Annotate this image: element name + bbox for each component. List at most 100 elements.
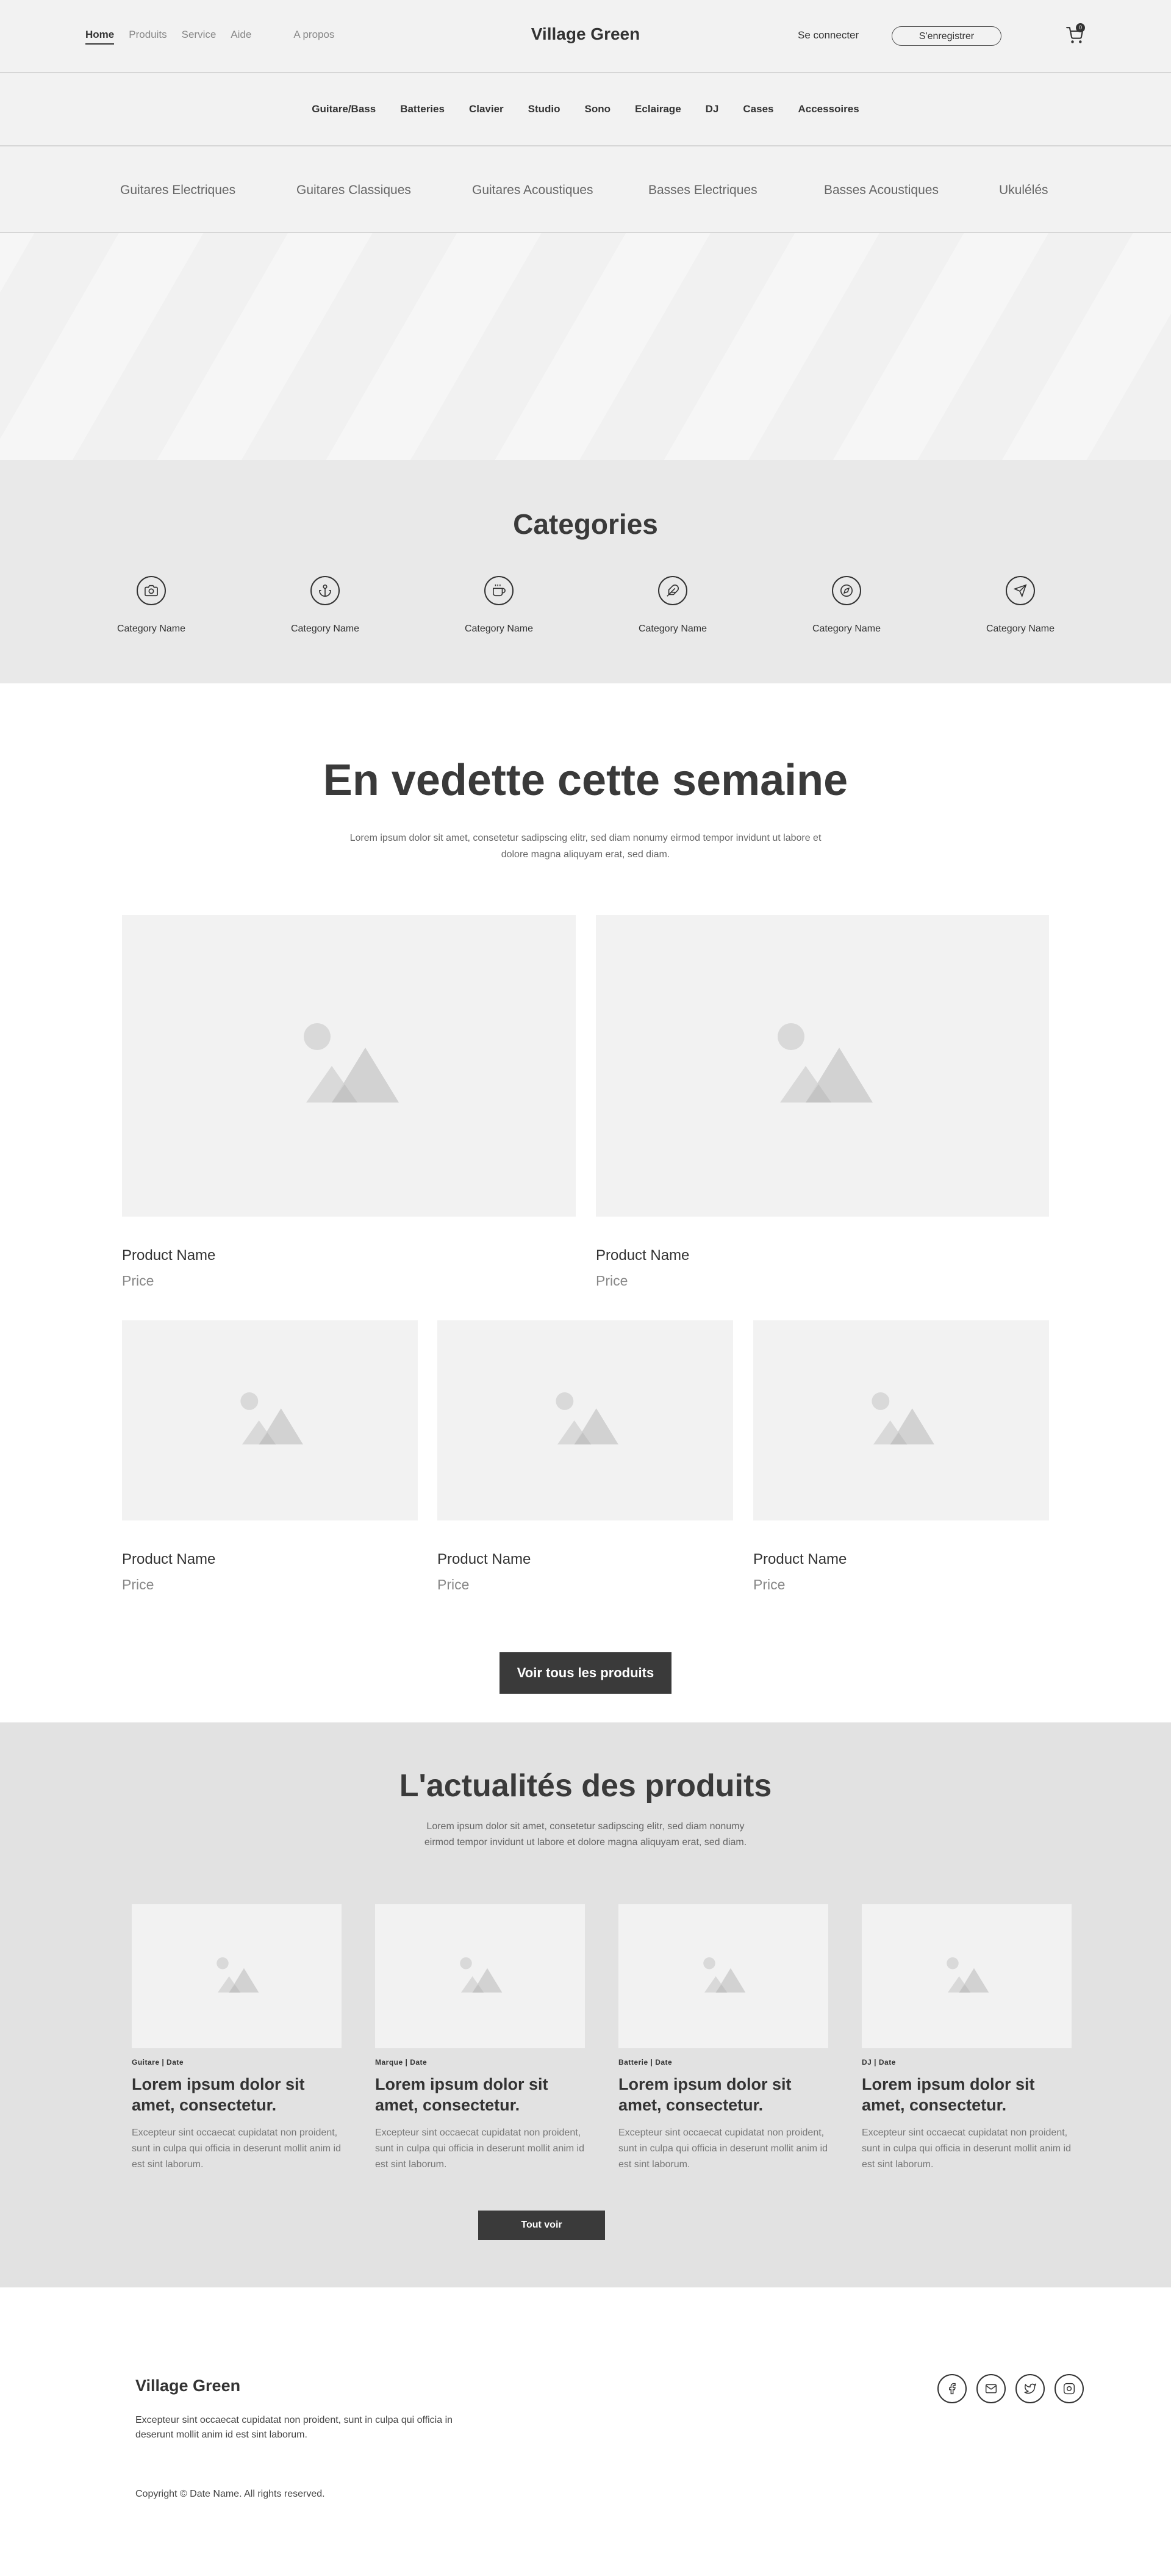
news-section: L'actualités des produits Lorem ipsum do… [0,1722,1171,2287]
category-card[interactable]: Category Name [84,576,218,635]
cart-button[interactable]: 0 [1066,23,1085,44]
product-image[interactable] [753,1320,1049,1520]
category-link[interactable]: Eclairage [635,103,681,115]
news-excerpt: Excepteur sint occaecat cupidatat non pr… [862,2128,1071,2170]
news-meta: Batterie | Date [618,2058,673,2067]
news-headline[interactable]: Lorem ipsum dolor sit amet, consectetur. [862,2074,1072,2115]
category-icon-circle [137,576,166,605]
news-card[interactable]: Marque | Date Lorem ipsum dolor sit amet… [375,1904,585,2173]
mail-link[interactable] [976,2374,1006,2403]
copyright-text: Copyright © Date Name. All rights reserv… [135,2489,325,2499]
news-image[interactable] [132,1904,342,2048]
news-image[interactable] [862,1904,1072,2048]
category-link[interactable]: Accessoires [798,103,859,115]
categories-section: Categories Category Name Category Name C… [0,460,1171,683]
category-name: Category Name [290,624,360,634]
footer-logo[interactable]: Village Green [135,2376,240,2395]
image-placeholder-icon [947,1957,989,1993]
facebook-link[interactable] [937,2374,967,2403]
category-icon-circle [484,576,514,605]
news-meta: Marque | Date [375,2058,428,2067]
subcategory-link[interactable]: Guitares Electriques [120,183,235,198]
category-icon-circle [658,576,687,605]
subcategory-link[interactable]: Ukulélés [999,183,1048,198]
twitter-link[interactable] [1015,2374,1045,2403]
news-image[interactable] [618,1904,828,2048]
news-card[interactable]: Guitare | Date Lorem ipsum dolor sit ame… [132,1904,342,2173]
twitter-icon [1024,2383,1036,2394]
instagram-link[interactable] [1055,2374,1084,2403]
category-name: Category Name [986,624,1055,634]
category-name: Category Name [638,624,707,634]
feather-icon [667,585,679,597]
image-placeholder-icon [555,1392,618,1445]
subcategory-link[interactable]: Guitares Acoustiques [472,183,593,198]
category-link[interactable]: Guitare/Bass [312,103,376,115]
category-link[interactable]: Clavier [469,103,504,115]
news-image[interactable] [375,1904,585,2048]
news-title: L'actualités des produits [399,1768,772,1804]
news-headline[interactable]: Lorem ipsum dolor sit amet, consectetur. [375,2074,585,2115]
category-link[interactable]: DJ [706,103,719,115]
image-placeholder-icon [304,1023,399,1103]
product-image[interactable] [122,915,576,1217]
product-price: Price [122,1273,154,1289]
category-link[interactable]: Studio [528,103,560,115]
product-price: Price [753,1577,786,1592]
image-placeholder-icon [240,1392,303,1445]
news-headline[interactable]: Lorem ipsum dolor sit amet, consectetur. [618,2074,828,2115]
category-card[interactable]: Category Name [779,576,914,635]
category-bar: Guitare/Bass Batteries Clavier Studio So… [0,73,1171,146]
category-link[interactable]: Sono [585,103,611,115]
categories-title: Categories [513,508,658,540]
product-image[interactable] [122,1320,418,1520]
footer-description: Excepteur sint occaecat cupidatat non pr… [135,2415,453,2440]
news-headline[interactable]: Lorem ipsum dolor sit amet, consectetur. [132,2074,342,2115]
product-name[interactable]: Product Name [753,1551,847,1568]
product-image[interactable] [596,915,1049,1217]
news-excerpt: Excepteur sint occaecat cupidatat non pr… [132,2128,341,2170]
product-name[interactable]: Product Name [596,1247,689,1264]
featured-description: Lorem ipsum dolor sit amet, consetetur s… [349,833,822,860]
category-icon-circle [310,576,340,605]
product-name[interactable]: Product Name [437,1551,531,1568]
product-price: Price [596,1273,628,1289]
category-link[interactable]: Cases [743,103,773,115]
featured-section: En vedette cette semaine Lorem ipsum dol… [0,683,1171,1722]
login-link[interactable]: Se connecter [798,29,859,41]
subcategory-link[interactable]: Basses Acoustiques [824,183,939,198]
category-icon-circle [1006,576,1035,605]
send-icon [1014,584,1027,597]
category-name: Category Name [116,624,186,634]
image-placeholder-icon [460,1957,503,1993]
category-card[interactable]: Category Name [432,576,566,635]
view-all-products-button[interactable]: Voir tous les produits [500,1652,671,1694]
category-card[interactable]: Category Name [606,576,740,635]
news-card[interactable]: DJ | Date Lorem ipsum dolor sit amet, co… [862,1904,1072,2173]
category-link[interactable]: Batteries [400,103,445,115]
product-name[interactable]: Product Name [122,1551,215,1568]
subcategory-link[interactable]: Guitares Classiques [296,183,411,198]
image-placeholder-icon [703,1957,746,1993]
anchor-icon [319,585,331,597]
product-image[interactable] [437,1320,733,1520]
register-button[interactable]: S'enregistrer [892,26,1001,46]
product-name[interactable]: Product Name [122,1247,215,1264]
category-card[interactable]: Category Name [953,576,1087,635]
subcategory-link[interactable]: Basses Electriques [648,183,757,198]
news-meta: Guitare | Date [132,2058,184,2067]
compass-icon [840,585,853,597]
news-card[interactable]: Batterie | Date Lorem ipsum dolor sit am… [618,1904,828,2173]
image-placeholder-icon [871,1392,934,1445]
coffee-icon [493,584,506,597]
category-card[interactable]: Category Name [258,576,392,635]
category-name: Category Name [464,624,534,634]
mail-icon [985,2384,997,2394]
site-footer: Village Green Excepteur sint occaecat cu… [0,2287,1171,2576]
news-description: Lorem ipsum dolor sit amet, consetetur s… [424,1821,747,1847]
instagram-icon [1063,2383,1075,2395]
camera-icon [145,585,158,597]
hero-banner [0,233,1171,460]
top-navigation-bar: Home Produits Service Aide A propos Vill… [0,0,1171,73]
see-all-news-button[interactable]: Tout voir [478,2211,605,2240]
